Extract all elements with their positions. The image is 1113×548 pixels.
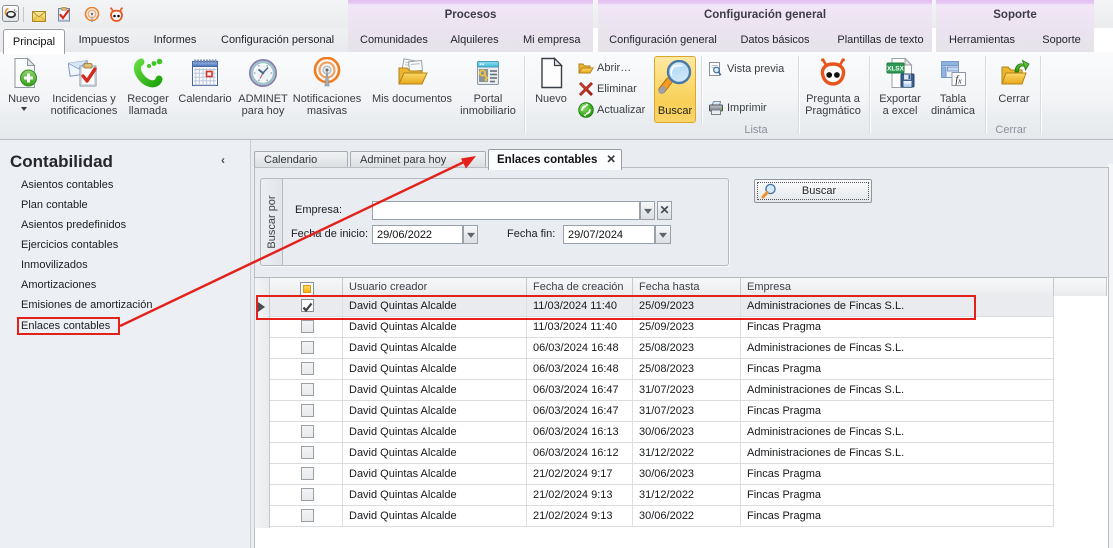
svg-text:XLSX: XLSX (887, 66, 905, 73)
svg-text:fx: fx (955, 75, 962, 86)
